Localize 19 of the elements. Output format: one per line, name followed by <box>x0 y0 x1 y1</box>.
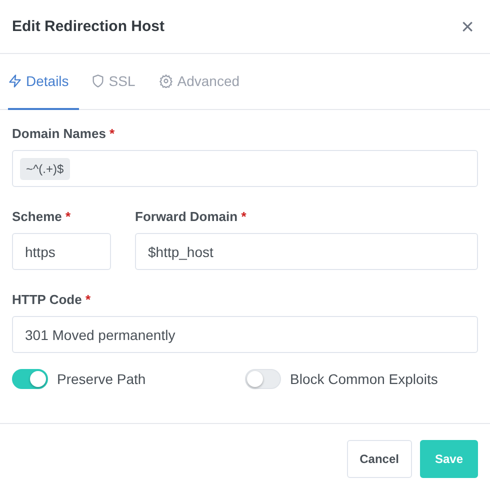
http-code-select[interactable]: 301 Moved permanently <box>12 316 478 353</box>
field-label: HTTP Code * <box>12 292 92 307</box>
field-label: Scheme * <box>12 209 72 224</box>
scheme-field[interactable]: https <box>12 233 111 270</box>
tab[interactable]: Details <box>8 54 79 110</box>
forward-domain-field[interactable]: $http_host <box>135 233 478 270</box>
toggle-switch[interactable] <box>12 369 48 389</box>
domain-names-field[interactable]: ~^(.+)$ <box>12 150 478 187</box>
close-button[interactable]: × <box>461 16 474 38</box>
toggle-label: Block Common Exploits <box>290 371 438 387</box>
field-label: Forward Domain * <box>135 209 248 224</box>
lightning-icon <box>8 74 22 88</box>
toggle-label: Preserve Path <box>57 371 146 387</box>
domain-tag: ~^(.+)$ <box>20 158 70 180</box>
shield-icon <box>90 74 105 88</box>
cancel-button[interactable]: Cancel <box>346 440 412 478</box>
dialog-title: Edit Redirection Host <box>12 18 165 35</box>
gear-icon <box>159 74 174 88</box>
field-label: Domain Names * <box>12 126 116 141</box>
